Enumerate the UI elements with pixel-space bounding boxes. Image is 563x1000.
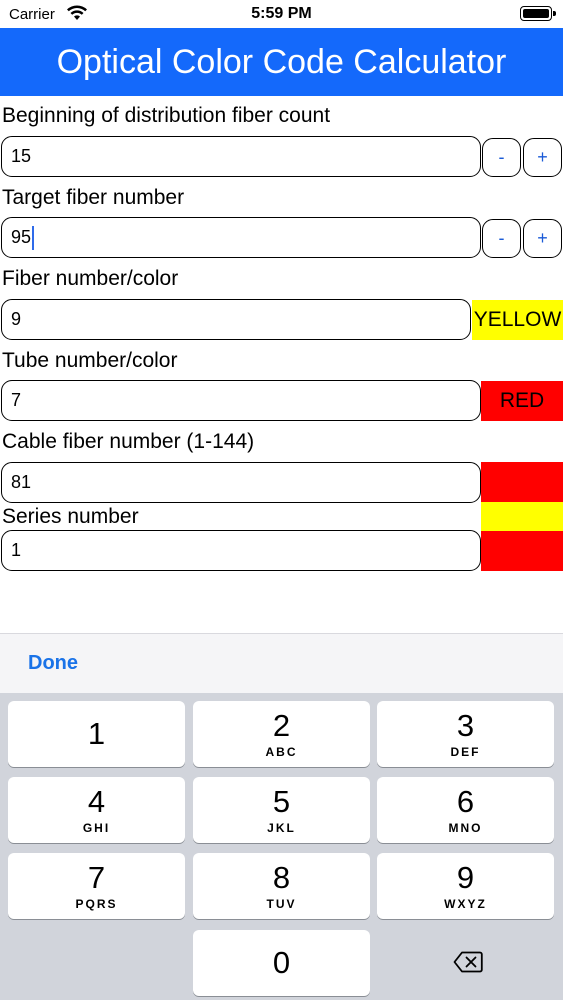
target-decrement-button[interactable]: -: [482, 219, 521, 258]
clock: 5:59 PM: [251, 5, 312, 22]
fiber-color-label: Fiber number/color: [2, 267, 179, 290]
key-5[interactable]: 5 JKL: [193, 777, 370, 843]
done-button[interactable]: Done: [28, 652, 78, 675]
key-7[interactable]: 7 PQRS: [8, 853, 185, 919]
cable-fiber-label: Cable fiber number (1-144): [2, 430, 255, 453]
key-1[interactable]: 1: [8, 701, 185, 767]
tube-color-swatch: RED: [481, 381, 563, 421]
fiber-color-swatch: YELLOW: [472, 300, 563, 340]
key-2[interactable]: 2 ABC: [193, 701, 370, 767]
tube-color-label: Tube number/color: [2, 349, 178, 372]
beginning-count-input[interactable]: 15: [1, 136, 481, 177]
target-fiber-input[interactable]: 95: [1, 217, 481, 258]
key-8[interactable]: 8 TUV: [193, 853, 370, 919]
key-4[interactable]: 4 GHI: [8, 777, 185, 843]
target-fiber-label: Target fiber number: [2, 186, 185, 209]
key-6[interactable]: 6 MNO: [377, 777, 554, 843]
beginning-decrement-button[interactable]: -: [482, 138, 521, 177]
page-title: Optical Color Code Calculator: [56, 43, 507, 81]
keyboard-accessory-bar: Done: [0, 633, 563, 693]
text-cursor: [32, 226, 35, 251]
key-9[interactable]: 9 WXYZ: [377, 853, 554, 919]
cable-color-swatch-red: [481, 462, 563, 502]
status-bar: Carrier 5:59 PM: [0, 0, 563, 28]
series-number-input[interactable]: 1: [1, 530, 481, 571]
backspace-icon: [453, 951, 483, 973]
cable-fiber-input[interactable]: 81: [1, 462, 481, 503]
series-color-swatch-yellow: [481, 502, 563, 531]
target-increment-button[interactable]: +: [523, 219, 562, 258]
series-number-label: Series number: [2, 505, 139, 528]
series-color-swatch-red: [481, 531, 563, 571]
key-0[interactable]: 0: [193, 930, 370, 996]
battery-icon: [520, 6, 556, 21]
key-3[interactable]: 3 DEF: [377, 701, 554, 767]
delete-key[interactable]: [377, 930, 554, 996]
beginning-count-label: Beginning of distribution fiber count: [2, 104, 331, 127]
fiber-number-input[interactable]: 9: [1, 299, 471, 340]
number-pad: 1 2 ABC 3 DEF 4 GHI 5 JKL 6 MNO 7 PQRS 8 TUV 9W…: [0, 693, 563, 1000]
beginning-increment-button[interactable]: +: [523, 138, 562, 177]
tube-number-input[interactable]: 7: [1, 380, 481, 421]
title-bar: Optical Color Code Calculator: [0, 28, 563, 96]
